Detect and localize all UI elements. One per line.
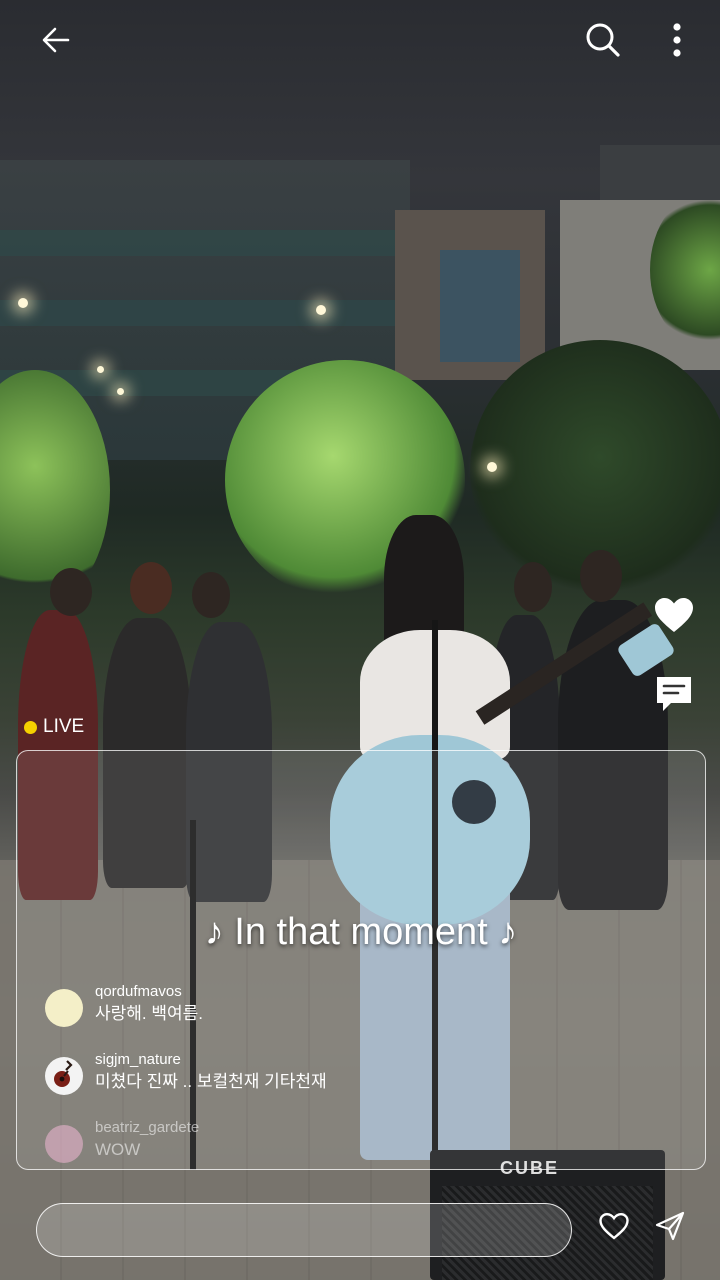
heart-outline-icon bbox=[598, 1212, 630, 1245]
live-dot bbox=[24, 720, 37, 734]
chat-text: WOW bbox=[95, 1140, 141, 1159]
chat-message: beatriz_gardete WOW bbox=[45, 1119, 199, 1163]
live-badge: LIVE bbox=[24, 716, 84, 738]
send-icon bbox=[654, 1210, 686, 1247]
street-light bbox=[316, 305, 326, 315]
avatar[interactable] bbox=[45, 1125, 83, 1163]
search-icon bbox=[584, 21, 622, 64]
audience-head bbox=[580, 550, 622, 602]
more-options-button[interactable] bbox=[655, 20, 699, 64]
heart-icon bbox=[653, 596, 695, 639]
chat-message: qordufmavos 사랑해. 백여름. bbox=[45, 983, 203, 1027]
song-caption: ♪ In that moment ♪ bbox=[204, 911, 518, 953]
chat-message-content: beatriz_gardete WOW bbox=[95, 1119, 199, 1163]
guitar-icon bbox=[52, 1059, 76, 1094]
audience-head bbox=[192, 572, 230, 618]
chat-message-content: qordufmavos 사랑해. 백여름. bbox=[95, 983, 203, 1027]
arrow-left-icon bbox=[38, 22, 74, 63]
chat-text: 사랑해. 백여름. bbox=[95, 1004, 204, 1023]
audience-head bbox=[130, 562, 172, 614]
chat-username[interactable]: qordufmavos bbox=[95, 983, 203, 1001]
chat-message-content: sigjm_nature 미쳤다 진짜 .. 보컬천재 기타천재 bbox=[95, 1051, 327, 1095]
comment-input[interactable] bbox=[37, 1204, 571, 1256]
building bbox=[395, 210, 545, 380]
send-button[interactable] bbox=[650, 1208, 690, 1248]
like-button[interactable] bbox=[648, 593, 700, 641]
search-button[interactable] bbox=[581, 20, 625, 64]
live-label: LIVE bbox=[43, 716, 85, 737]
street-light bbox=[117, 388, 124, 395]
street-light bbox=[18, 298, 28, 308]
chat-button[interactable] bbox=[648, 672, 700, 720]
chat-message: sigjm_nature 미쳤다 진짜 .. 보컬천재 기타천재 bbox=[45, 1051, 327, 1095]
chat-text: 미쳤다 진짜 .. 보컬천재 기타천재 bbox=[95, 1072, 327, 1091]
like-outline-button[interactable] bbox=[594, 1208, 634, 1248]
chat-username[interactable]: sigjm_nature bbox=[95, 1051, 327, 1069]
chat-bubble-icon bbox=[653, 673, 695, 720]
audience-head bbox=[514, 562, 552, 612]
street-light bbox=[487, 462, 497, 472]
live-chat-panel[interactable]: ♪ In that moment ♪ qordufmavos 사랑해. 백여름.… bbox=[16, 750, 706, 1170]
more-vertical-icon bbox=[671, 22, 683, 63]
avatar[interactable] bbox=[45, 1057, 83, 1095]
street-light bbox=[97, 366, 104, 373]
chat-username[interactable]: beatriz_gardete bbox=[95, 1119, 199, 1137]
avatar[interactable] bbox=[45, 989, 83, 1027]
audience-head bbox=[50, 568, 92, 616]
comment-input-bar bbox=[36, 1203, 572, 1257]
back-button[interactable] bbox=[34, 20, 78, 64]
billboard bbox=[440, 250, 520, 362]
